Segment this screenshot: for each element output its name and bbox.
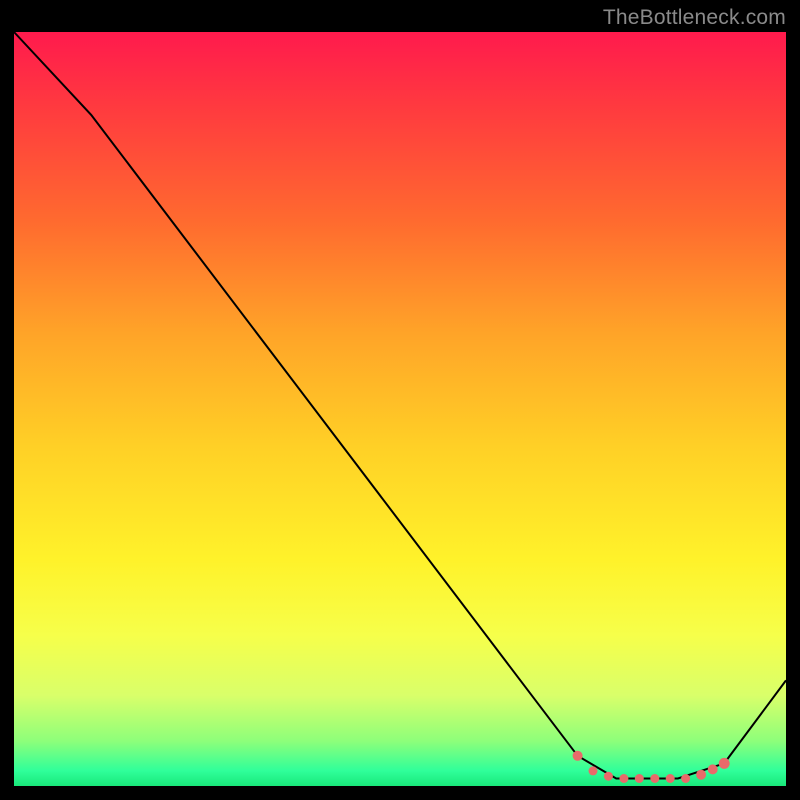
chart-layer bbox=[14, 32, 786, 783]
bottleneck-curve bbox=[14, 32, 786, 779]
curve-marker bbox=[708, 764, 718, 774]
curve-marker bbox=[650, 774, 659, 783]
line-chart-svg bbox=[14, 32, 786, 786]
curve-marker bbox=[681, 774, 690, 783]
plot-area bbox=[14, 32, 786, 786]
curve-marker bbox=[635, 774, 644, 783]
curve-marker bbox=[604, 772, 613, 781]
curve-marker bbox=[589, 766, 598, 775]
watermark-text: TheBottleneck.com bbox=[603, 6, 786, 30]
curve-marker bbox=[719, 758, 730, 769]
curve-marker bbox=[573, 751, 583, 761]
chart-stage: TheBottleneck.com bbox=[0, 0, 800, 800]
curve-marker bbox=[619, 774, 628, 783]
curve-marker bbox=[696, 770, 706, 780]
curve-marker bbox=[666, 774, 675, 783]
